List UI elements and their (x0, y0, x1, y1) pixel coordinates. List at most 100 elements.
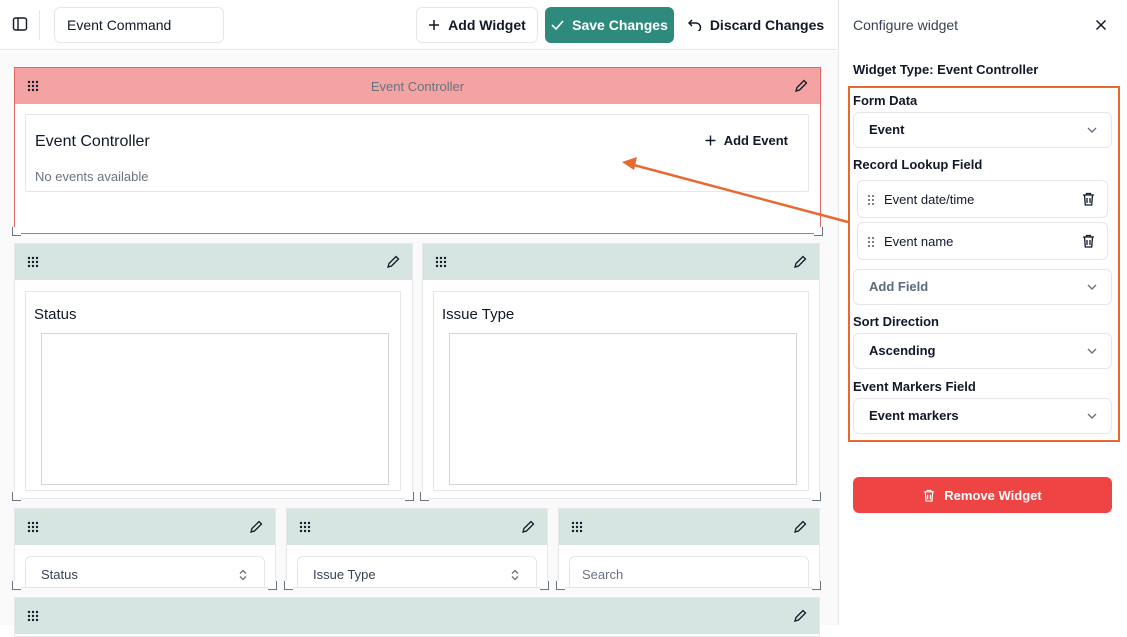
drag-handle-icon[interactable] (27, 521, 39, 533)
event-controller-title: Event Controller (35, 133, 150, 150)
save-changes-button[interactable]: Save Changes (545, 7, 674, 43)
lookup-field-label: Event name (884, 234, 954, 249)
widget-header[interactable] (423, 244, 819, 280)
check-icon (551, 20, 564, 30)
drag-handle-icon[interactable] (867, 236, 875, 248)
add-event-label: Add Event (723, 133, 788, 148)
resize-handle-left[interactable] (12, 581, 21, 590)
drag-handle-icon[interactable] (435, 256, 447, 268)
issue-type-chart-title: Issue Type (442, 306, 515, 323)
event-markers-value: Event markers (869, 408, 959, 423)
toolbar-divider (39, 10, 40, 40)
sort-direction-value: Ascending (869, 343, 936, 358)
add-field-select[interactable]: Add Field (853, 269, 1112, 305)
panel-title: Configure widget (853, 17, 959, 33)
issue-type-chart-plot (449, 333, 797, 485)
resize-handle-left[interactable] (420, 492, 429, 501)
add-event-button[interactable]: Add Event (705, 133, 788, 148)
resize-handle-left[interactable] (12, 227, 21, 236)
widget-header-title: Event Controller (370, 79, 465, 94)
status-chart-widget[interactable]: Status (14, 243, 413, 499)
resize-handle-right[interactable] (812, 492, 821, 501)
discard-changes-button[interactable]: Discard Changes (686, 7, 826, 43)
chevron-down-icon (1087, 347, 1097, 355)
lookup-field-item[interactable]: Event name (857, 222, 1108, 260)
form-data-select[interactable]: Event (853, 112, 1112, 148)
issue-type-chart-card: Issue Type (433, 291, 809, 491)
save-changes-label: Save Changes (572, 17, 668, 33)
form-data-label: Form Data (853, 93, 918, 108)
widget-type: Widget Type: Event Controller (853, 62, 1038, 77)
remove-widget-button[interactable]: Remove Widget (853, 477, 1112, 513)
add-widget-button[interactable]: Add Widget (416, 7, 538, 43)
widget-header[interactable] (287, 509, 547, 545)
event-markers-label: Event Markers Field (853, 379, 976, 394)
issue-type-filter-widget[interactable]: Issue Type (286, 508, 548, 588)
status-chart-card: Status (25, 291, 401, 491)
widget-header[interactable] (559, 509, 819, 545)
plus-icon (428, 19, 440, 31)
edit-pencil-icon[interactable] (793, 520, 807, 534)
widget-header[interactable] (15, 598, 819, 634)
edit-pencil-icon[interactable] (793, 255, 807, 269)
resize-handle-left[interactable] (556, 581, 565, 590)
widget-header[interactable]: Event Controller (15, 68, 820, 104)
widget-type-label: Widget Type: (853, 62, 934, 77)
trash-icon[interactable] (1082, 234, 1095, 248)
chevron-down-icon (1087, 412, 1097, 420)
sort-direction-select[interactable]: Ascending (853, 333, 1112, 369)
remove-widget-label: Remove Widget (944, 487, 1042, 503)
drag-handle-icon[interactable] (27, 610, 39, 622)
dashboard-title-input[interactable]: Event Command Center (54, 7, 224, 67)
drag-handle-icon[interactable] (867, 194, 875, 206)
resize-handle-left[interactable] (284, 581, 293, 590)
status-filter-select[interactable]: Status (25, 556, 265, 587)
chevron-up-down-icon (238, 569, 248, 581)
sidebar-toggle-icon[interactable] (12, 16, 28, 32)
widget-header[interactable] (15, 509, 275, 545)
drag-handle-icon[interactable] (299, 521, 311, 533)
edit-pencil-icon[interactable] (249, 520, 263, 534)
close-icon[interactable] (1095, 19, 1107, 31)
add-field-placeholder: Add Field (869, 279, 929, 294)
edit-pencil-icon[interactable] (521, 520, 535, 534)
lookup-field-item[interactable]: Event date/time (857, 180, 1108, 218)
bottom-widget[interactable] (14, 597, 820, 637)
trash-icon (923, 489, 935, 502)
sort-direction-label: Sort Direction (853, 314, 939, 329)
configure-widget-panel: Configure widget Widget Type: Event Cont… (838, 0, 1127, 625)
resize-handle-right[interactable] (814, 227, 823, 236)
edit-pencil-icon[interactable] (386, 255, 400, 269)
discard-changes-label: Discard Changes (709, 17, 825, 33)
top-toolbar: Event Command Center Add Widget Save Cha… (0, 0, 838, 67)
chevron-down-icon (1087, 283, 1097, 291)
drag-handle-icon[interactable] (27, 256, 39, 268)
chevron-down-icon (1087, 126, 1097, 134)
trash-icon[interactable] (1082, 192, 1095, 206)
event-controller-card: Event Controller Add Event No events ava… (25, 114, 809, 192)
add-widget-label: Add Widget (448, 17, 526, 33)
event-controller-widget[interactable]: Event Controller Event Controller Add Ev… (14, 67, 821, 234)
issue-type-filter-select[interactable]: Issue Type (297, 556, 537, 587)
empty-events-text: No events available (35, 169, 149, 184)
undo-icon (687, 19, 702, 31)
resize-handle-right[interactable] (540, 581, 549, 590)
form-data-value: Event (869, 122, 905, 137)
resize-handle-right[interactable] (405, 492, 414, 501)
resize-handle-left[interactable] (12, 492, 21, 501)
event-markers-select[interactable]: Event markers (853, 398, 1112, 434)
resize-handle-right[interactable] (268, 581, 277, 590)
status-filter-widget[interactable]: Status (14, 508, 276, 588)
search-widget[interactable]: Search (558, 508, 820, 588)
edit-pencil-icon[interactable] (793, 609, 807, 623)
widget-type-value: Event Controller (937, 62, 1039, 77)
drag-handle-icon[interactable] (571, 521, 583, 533)
issue-type-chart-widget[interactable]: Issue Type (422, 243, 820, 499)
status-chart-plot (41, 333, 389, 485)
record-lookup-label: Record Lookup Field (853, 157, 983, 172)
edit-pencil-icon[interactable] (794, 79, 808, 93)
widget-header[interactable] (15, 244, 412, 280)
resize-handle-right[interactable] (812, 581, 821, 590)
search-input[interactable]: Search (569, 556, 809, 587)
plus-icon (705, 135, 716, 146)
